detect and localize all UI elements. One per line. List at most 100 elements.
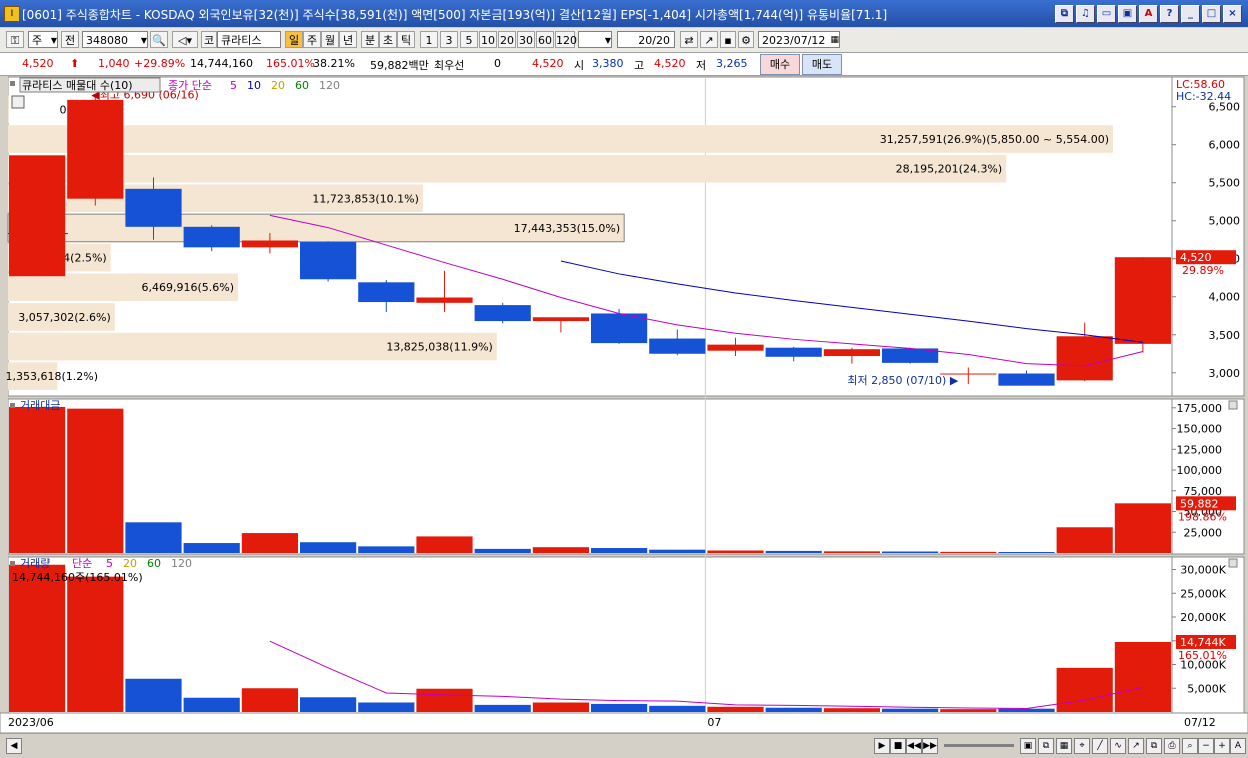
sell-button[interactable]: 매도 — [802, 54, 842, 75]
x-axis-label: 07 — [707, 716, 721, 729]
volume-bar — [707, 706, 764, 712]
close-button[interactable]: × — [1223, 5, 1242, 23]
screen-icon[interactable]: ▭ — [1097, 5, 1116, 23]
line-tool-icon[interactable]: ╱ — [1092, 738, 1108, 754]
sound-icon[interactable]: ♫ — [1076, 5, 1095, 23]
toolbar: ⚿ 주 ▼ 전 348080 ▼ 🔍 ◁▾ 코 큐라티스 일 주 월 년 분 초 틱… — [0, 28, 1248, 53]
period-second[interactable]: 초 — [379, 31, 397, 48]
speaker-icon[interactable]: ◁▾ — [172, 31, 198, 48]
zoom-out-icon[interactable]: − — [1198, 738, 1214, 754]
amount-bar — [183, 543, 240, 553]
interval-30[interactable]: 30 — [517, 31, 535, 48]
buy-button[interactable]: 매수 — [760, 54, 800, 75]
chevron-down-icon: ▼ — [50, 36, 57, 45]
chevron-down-icon: ▼ — [140, 36, 147, 45]
prev-button[interactable]: 전 — [61, 31, 79, 48]
high-price: 4,520 — [654, 57, 686, 70]
volume-profile-label: 13,825,038(11.9%) — [386, 341, 493, 354]
low-price: 3,265 — [716, 57, 748, 70]
date-field[interactable]: 2023/07/12 ▦ — [758, 31, 840, 48]
candle-body — [998, 373, 1055, 386]
candle-body — [125, 188, 182, 227]
legend-square — [10, 81, 15, 86]
stock-chart[interactable]: 3,0003,5004,0004,5005,0005,5006,0006,500… — [0, 76, 1248, 733]
quote-bar: 4,520 ⬆ 1,040 +29.89% 14,744,160 165.01%… — [0, 53, 1248, 76]
amount-current-label: 59,882 — [1180, 497, 1219, 510]
stock-name-field[interactable]: 큐라티스 — [217, 31, 281, 48]
link-window-icon[interactable]: ⧉ — [1055, 5, 1074, 23]
period-week[interactable]: 주 — [303, 31, 321, 48]
candle-body — [1114, 257, 1171, 344]
save-screen-icon[interactable]: ▣ — [1118, 5, 1137, 23]
volume-legend-period: 5 — [106, 557, 113, 570]
period-month[interactable]: 월 — [321, 31, 339, 48]
zoom-slider[interactable] — [944, 744, 1014, 747]
window-tool-icon[interactable]: ⧉ — [1146, 738, 1162, 754]
search-icon[interactable]: 🔍 — [150, 31, 168, 48]
window-buttons: ⧉ ♫ ▭ ▣ A ? _ □ × — [1055, 5, 1242, 23]
save-icon[interactable]: ▪ — [720, 31, 736, 48]
copy-icon[interactable]: ⧉ — [1038, 738, 1054, 754]
volume-legend-period: 20 — [123, 557, 137, 570]
grid-icon[interactable]: ▦ — [1056, 738, 1072, 754]
font-size-icon[interactable]: A — [1230, 738, 1246, 754]
trend-icon[interactable]: ↗ — [700, 31, 718, 48]
volume-legend-name: 거래량 — [20, 557, 50, 570]
maximize-button[interactable]: □ — [1202, 5, 1221, 23]
crosshair-icon[interactable]: ⌖ — [1074, 738, 1090, 754]
font-icon[interactable]: A — [1139, 5, 1158, 23]
price-tick-label: 5,500 — [1209, 177, 1241, 190]
amount-bar — [474, 548, 531, 553]
period-day[interactable]: 일 — [285, 31, 303, 48]
layout-icon[interactable]: ▣ — [1020, 738, 1036, 754]
open-price: 3,380 — [592, 57, 624, 70]
candle-body — [532, 317, 589, 322]
wave-tool-icon[interactable]: ∿ — [1110, 738, 1126, 754]
minimize-button[interactable]: _ — [1181, 5, 1200, 23]
volume-profile-bar — [8, 95, 9, 124]
rewind-icon[interactable]: ◀◀ — [906, 738, 922, 754]
volume-value: 14,744,160 — [190, 57, 253, 70]
custom-interval-select[interactable]: ▼ — [578, 31, 612, 48]
compare-icon[interactable]: ⇄ — [680, 31, 698, 48]
stop-icon[interactable]: ■ — [890, 738, 906, 754]
period-year[interactable]: 년 — [339, 31, 357, 48]
scroll-left-icon[interactable]: ◀ — [6, 738, 22, 754]
amount-tick-label: 75,000 — [1184, 485, 1223, 498]
interval-3[interactable]: 3 — [440, 31, 458, 48]
volume-bar — [940, 709, 997, 712]
candle-body — [591, 313, 648, 344]
print-icon[interactable]: ⎙ — [1164, 738, 1180, 754]
price-legend-period: 5 — [230, 79, 237, 92]
lock-icon[interactable]: ⚿ — [6, 31, 24, 48]
volume-bar — [649, 705, 706, 712]
interval-10[interactable]: 10 — [479, 31, 497, 48]
period-minute[interactable]: 분 — [361, 31, 379, 48]
interval-1[interactable]: 1 — [420, 31, 438, 48]
zoom-icon[interactable]: ⌕ — [1182, 738, 1198, 754]
up-arrow-icon: ⬆ — [70, 57, 80, 70]
scroll-right-icon[interactable]: ▶ — [874, 738, 890, 754]
help-icon[interactable]: ? — [1160, 5, 1179, 23]
price-tick-label: 3,000 — [1209, 367, 1241, 380]
volume-annotation: 14,744,160주(165.01%) — [12, 571, 143, 584]
period-tick[interactable]: 틱 — [397, 31, 415, 48]
count-field[interactable]: 20/20 — [617, 31, 675, 48]
mode-value: 주 — [32, 34, 43, 47]
gear-icon[interactable]: ⚙ — [738, 31, 754, 48]
amount-bar — [9, 406, 66, 553]
interval-120[interactable]: 120 — [555, 31, 577, 48]
volume-bar — [9, 564, 66, 712]
interval-5[interactable]: 5 — [460, 31, 478, 48]
fast-forward-icon[interactable]: ▶▶ — [922, 738, 938, 754]
amount-bar — [940, 551, 997, 553]
stock-code-input[interactable]: 348080 ▼ — [82, 31, 148, 48]
interval-60[interactable]: 60 — [536, 31, 554, 48]
interval-20[interactable]: 20 — [498, 31, 516, 48]
legend-square — [10, 561, 15, 566]
zoom-in-icon[interactable]: + — [1214, 738, 1230, 754]
amount-bar — [1114, 503, 1171, 553]
mode-select[interactable]: 주 ▼ — [28, 31, 58, 48]
volume-bar — [300, 697, 357, 712]
trend-tool-icon[interactable]: ↗ — [1128, 738, 1144, 754]
